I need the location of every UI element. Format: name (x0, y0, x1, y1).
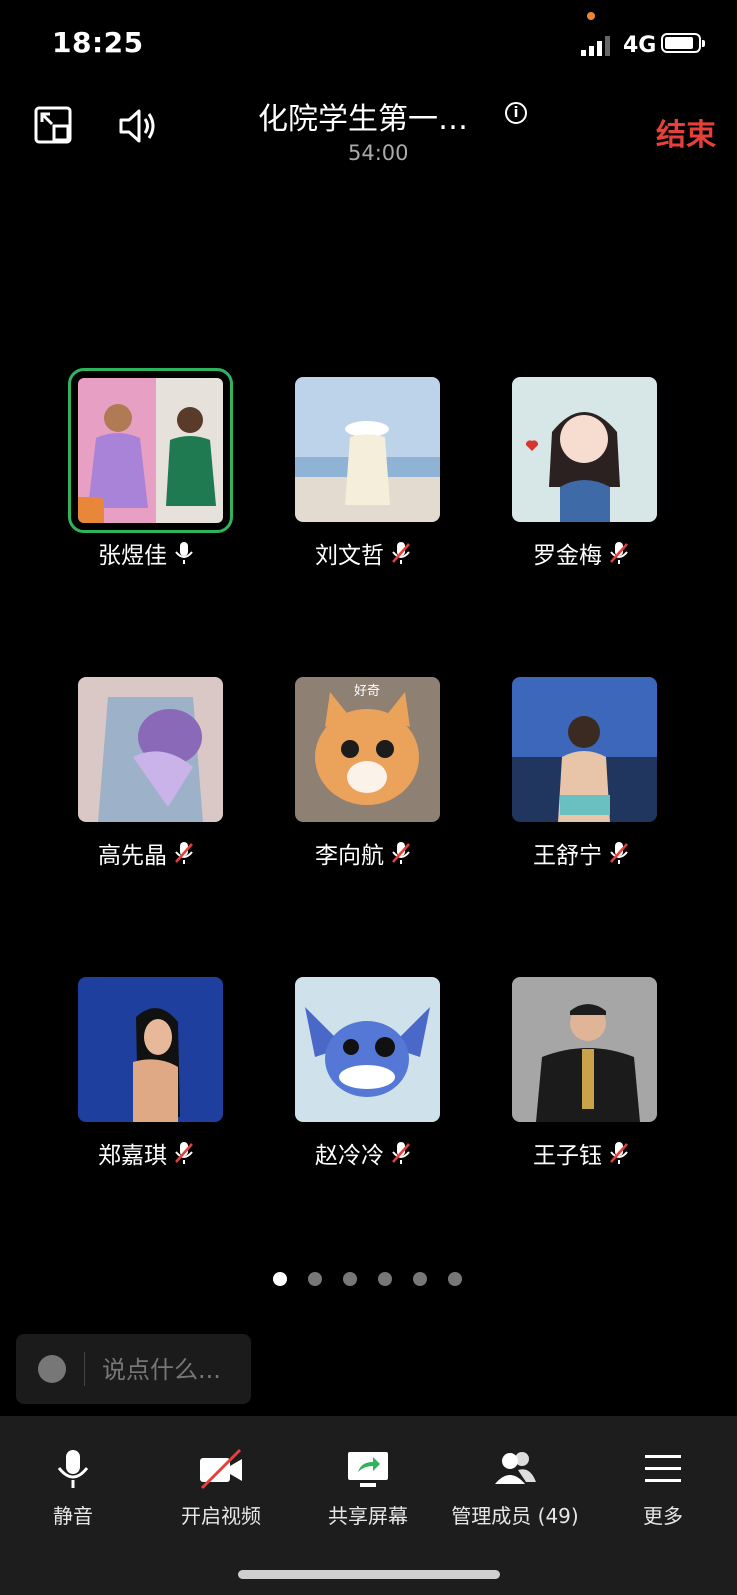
page-dot[interactable] (448, 1272, 462, 1286)
members-icon (495, 1452, 536, 1484)
mute-button[interactable]: 静音 (3, 1446, 143, 1529)
participant-avatar (512, 677, 657, 822)
participant-tile[interactable]: 好奇 (295, 677, 440, 822)
video-off-icon (200, 1448, 242, 1490)
status-time: 18:25 (52, 26, 144, 59)
participant-name: 高先晶 (98, 836, 195, 870)
battery-icon (661, 33, 705, 53)
menu-icon (645, 1455, 681, 1482)
participant-name: 赵冷冷 (315, 1136, 412, 1170)
network-type: 4G (623, 33, 657, 58)
page-dot[interactable] (413, 1272, 427, 1286)
microphone-on-icon (175, 542, 193, 564)
start-video-button[interactable]: 开启视频 (151, 1446, 291, 1529)
microphone-muted-icon (392, 842, 410, 864)
emoji-icon[interactable] (38, 1355, 66, 1383)
microphone-muted-icon (610, 842, 628, 864)
tile-overlay-text: 好奇 (354, 683, 380, 699)
microphone-icon (57, 1450, 89, 1488)
participant-tile[interactable] (78, 677, 223, 822)
participant-name: 王舒宁 (533, 836, 630, 870)
participant-avatar (295, 977, 440, 1122)
manage-members-button[interactable]: 管理成员 (49) (445, 1446, 585, 1529)
participant-avatar (512, 977, 657, 1122)
signal-icon (581, 36, 610, 56)
meeting-duration: 54:00 (348, 141, 409, 165)
chat-bar (16, 1334, 251, 1404)
home-indicator[interactable] (238, 1570, 500, 1579)
microphone-muted-icon (175, 1142, 193, 1164)
microphone-muted-icon (175, 842, 193, 864)
participant-avatar: 好奇 (295, 677, 440, 822)
recording-indicator (587, 12, 595, 20)
share-screen-icon (348, 1452, 388, 1487)
chat-input[interactable] (100, 1352, 244, 1388)
page-dot[interactable] (343, 1272, 357, 1286)
participant-avatar (512, 377, 657, 522)
page-dot[interactable] (378, 1272, 392, 1286)
participant-tile[interactable] (512, 377, 657, 522)
end-meeting-button[interactable]: 结束 (656, 110, 716, 154)
participant-name: 刘文哲 (315, 536, 412, 570)
bottom-toolbar: 静音 开启视频 共享屏幕 管理成员 (49) 更多 (0, 1416, 737, 1595)
host-badge-icon (78, 497, 104, 523)
page-dot[interactable] (273, 1272, 287, 1286)
microphone-muted-icon (610, 542, 628, 564)
microphone-muted-icon (392, 1142, 410, 1164)
participant-tile[interactable] (295, 977, 440, 1122)
page-dot[interactable] (308, 1272, 322, 1286)
info-icon[interactable]: i (505, 102, 527, 124)
participant-tile[interactable] (295, 377, 440, 522)
microphone-muted-icon (392, 542, 410, 564)
microphone-muted-icon (610, 1142, 628, 1164)
participant-tile[interactable] (78, 977, 223, 1122)
more-button[interactable]: 更多 (593, 1446, 733, 1529)
participant-name: 王子钰 (533, 1136, 630, 1170)
participant-name: 李向航 (315, 836, 412, 870)
share-screen-button[interactable]: 共享屏幕 (298, 1446, 438, 1529)
participant-tile[interactable] (68, 368, 233, 533)
speaker-icon[interactable] (117, 106, 157, 146)
participant-name: 郑嘉琪 (98, 1136, 195, 1170)
participant-avatar (78, 677, 223, 822)
participant-avatar (78, 977, 223, 1122)
participant-tile[interactable] (512, 677, 657, 822)
divider (84, 1352, 85, 1386)
participant-name: 罗金梅 (533, 536, 630, 570)
meeting-title[interactable]: 化院学生第一… (258, 94, 468, 138)
participant-name: 张煜佳 (98, 536, 195, 570)
participant-tile[interactable] (512, 977, 657, 1122)
participant-avatar (295, 377, 440, 522)
minimize-window-icon[interactable] (34, 106, 74, 146)
